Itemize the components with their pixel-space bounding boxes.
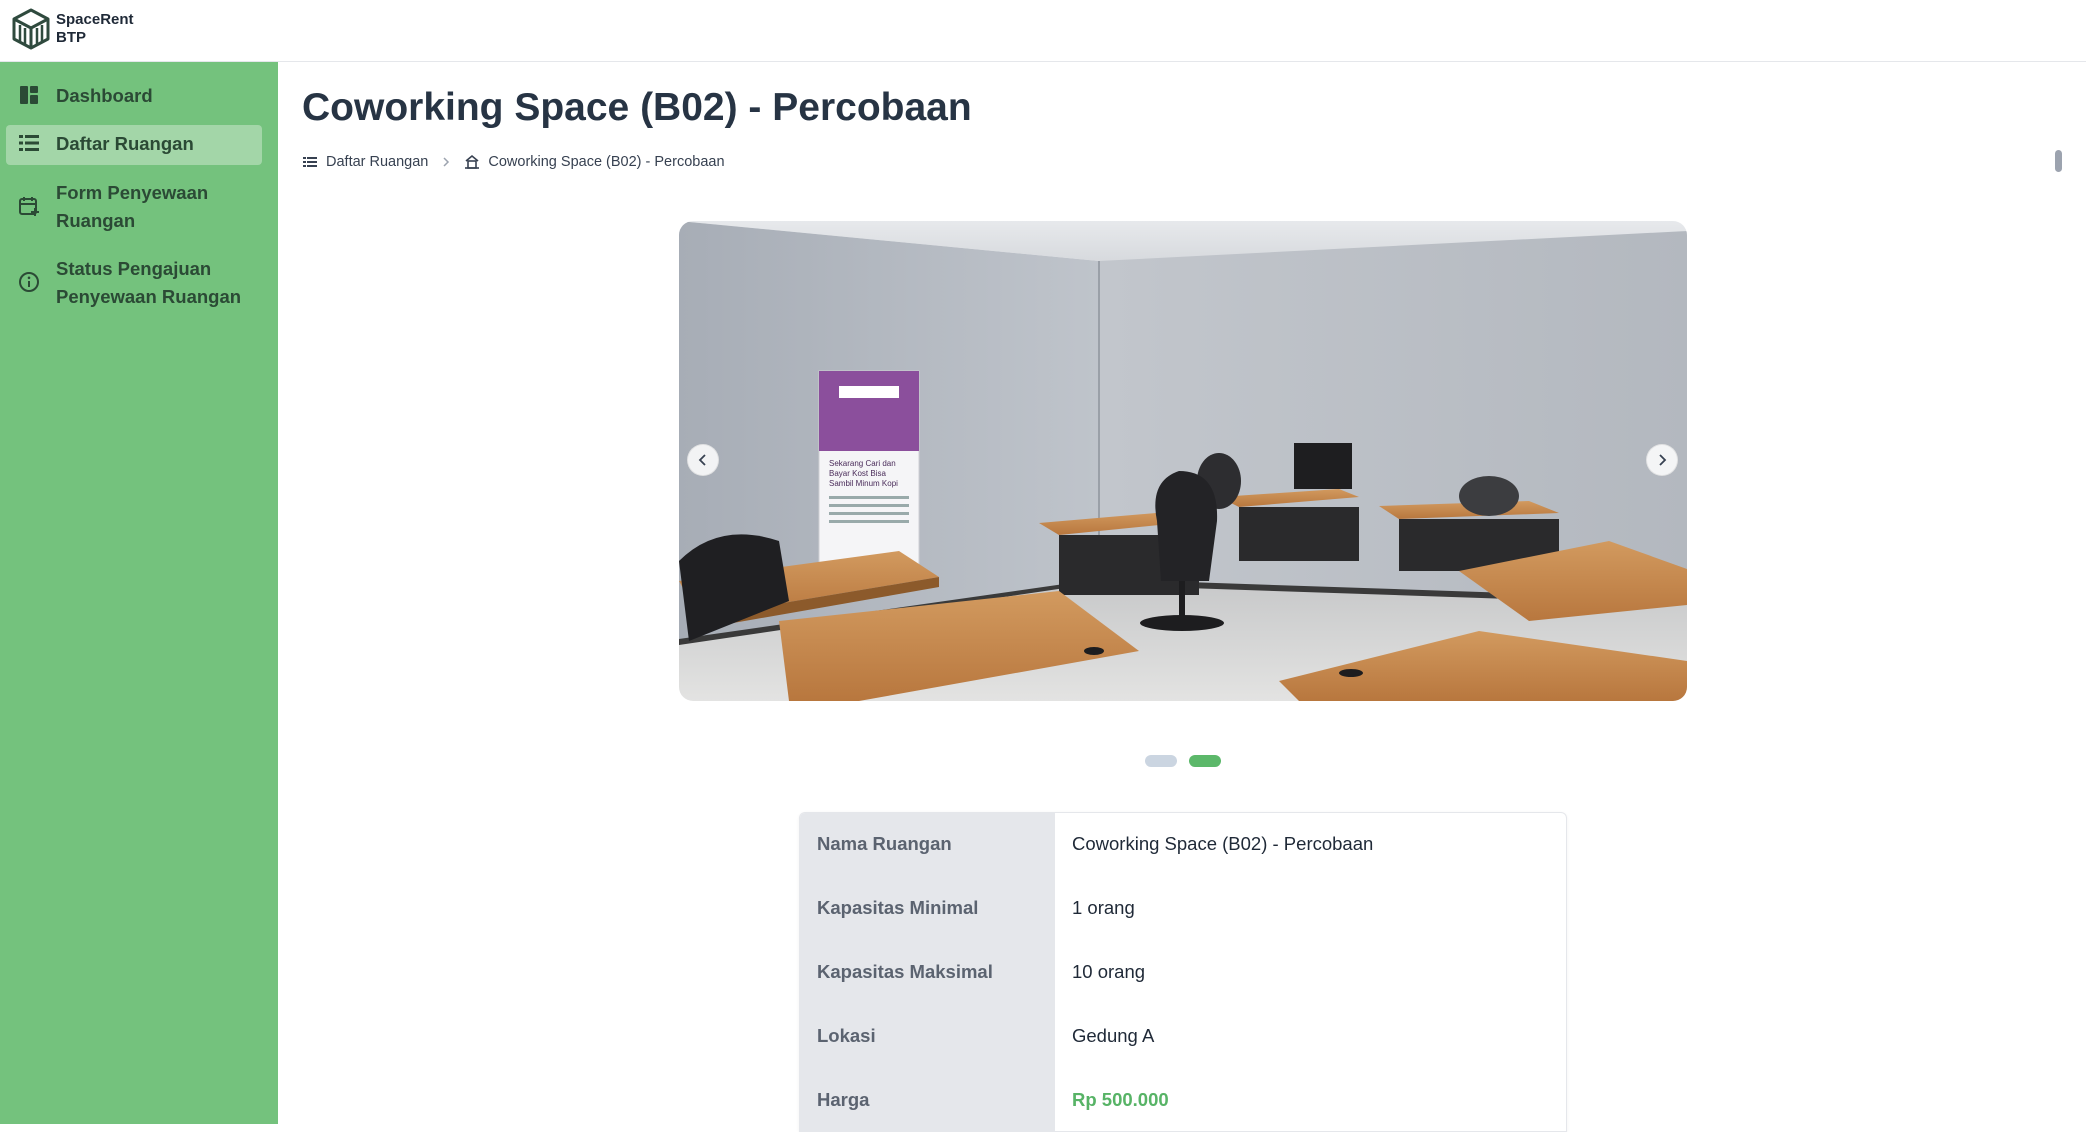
carousel-dot-2[interactable] xyxy=(1189,755,1221,767)
poster-text-2: Bayar Kost Bisa xyxy=(829,469,886,478)
chevron-left-icon xyxy=(698,454,706,466)
sidebar-item-dashboard[interactable]: Dashboard xyxy=(6,82,262,112)
poster-text-3: Sambil Minum Kopi xyxy=(829,479,898,488)
sidebar-item-form-penyewaan[interactable]: Form Penyewaan Ruangan xyxy=(6,179,262,237)
brand-name: SpaceRent BTP xyxy=(56,11,134,47)
sidebar-item-label: Status Pengajuan Penyewaan Ruangan xyxy=(56,255,241,311)
carousel-dot-1[interactable] xyxy=(1145,755,1177,767)
info-circle-icon xyxy=(19,272,39,292)
table-row: Kapasitas Maksimal 10 orang xyxy=(800,941,1566,1005)
row-key: Lokasi xyxy=(817,1025,876,1046)
label-line2: Penyewaan Ruangan xyxy=(56,286,242,307)
scrollbar-thumb[interactable] xyxy=(2055,150,2062,172)
room-detail-table: Nama Ruangan Coworking Space (B02) - Per… xyxy=(799,812,1567,1132)
brand-line2: BTP xyxy=(56,29,86,46)
table-row: Harga Rp 500.000 xyxy=(800,1069,1566,1131)
sidebar-item-daftar-ruangan[interactable]: Daftar Ruangan xyxy=(6,125,262,165)
sidebar-item-status-pengajuan[interactable]: Status Pengajuan Penyewaan Ruangan xyxy=(6,255,262,313)
chevron-right-icon xyxy=(1659,454,1667,466)
building-icon xyxy=(465,154,480,169)
carousel-indicators xyxy=(1145,755,1233,767)
sidebar-item-label: Dashboard xyxy=(56,85,153,106)
carousel-prev-button[interactable] xyxy=(687,444,719,476)
table-row: Lokasi Gedung A xyxy=(800,1005,1566,1069)
brand-line1: SpaceRent xyxy=(56,11,134,28)
chevron-right-icon xyxy=(443,157,450,167)
top-bar: SpaceRent BTP xyxy=(0,0,2086,62)
row-key: Kapasitas Minimal xyxy=(817,897,979,918)
row-value: 10 orang xyxy=(1072,961,1146,982)
list-icon xyxy=(19,135,39,151)
brand-logo[interactable]: SpaceRent BTP xyxy=(12,8,134,50)
table-row: Kapasitas Minimal 1 orang xyxy=(800,877,1566,941)
label-line2: Ruangan xyxy=(56,210,136,231)
row-value: Gedung A xyxy=(1072,1025,1155,1046)
breadcrumb-current: Coworking Space (B02) - Percobaan xyxy=(488,154,725,170)
page-title: Coworking Space (B02) - Percobaan xyxy=(302,86,972,129)
row-value: 1 orang xyxy=(1072,897,1135,918)
row-value: Coworking Space (B02) - Percobaan xyxy=(1072,833,1374,854)
sidebar-item-label: Form Penyewaan Ruangan xyxy=(56,179,208,235)
sidebar: Dashboard Daftar Ruangan Form Penyewaan … xyxy=(0,62,278,1124)
price-value: Rp 500.000 xyxy=(1072,1089,1169,1110)
poster-text-1: Sekarang Cari dan xyxy=(829,459,896,468)
row-key: Kapasitas Maksimal xyxy=(817,961,993,982)
cube-logo-icon xyxy=(12,8,50,50)
row-key: Harga xyxy=(817,1089,870,1110)
room-image-carousel: Sekarang Cari dan Bayar Kost Bisa Sambil… xyxy=(679,221,1687,701)
calendar-plus-icon xyxy=(19,197,39,216)
carousel-next-button[interactable] xyxy=(1646,444,1678,476)
sidebar-item-label: Daftar Ruangan xyxy=(56,133,194,154)
table-row: Nama Ruangan Coworking Space (B02) - Per… xyxy=(800,813,1566,877)
breadcrumb: Daftar Ruangan Coworking Space (B02) - P… xyxy=(302,154,725,170)
label-line1: Form Penyewaan xyxy=(56,182,209,203)
main-content: Coworking Space (B02) - Percobaan Daftar… xyxy=(278,62,2086,1132)
label-line1: Status Pengajuan xyxy=(56,258,212,279)
breadcrumb-link-daftar-ruangan[interactable]: Daftar Ruangan xyxy=(326,154,428,170)
list-icon xyxy=(303,157,317,167)
dashboard-icon xyxy=(20,86,38,104)
row-key: Nama Ruangan xyxy=(817,833,952,854)
room-photo: Sekarang Cari dan Bayar Kost Bisa Sambil… xyxy=(679,221,1687,701)
